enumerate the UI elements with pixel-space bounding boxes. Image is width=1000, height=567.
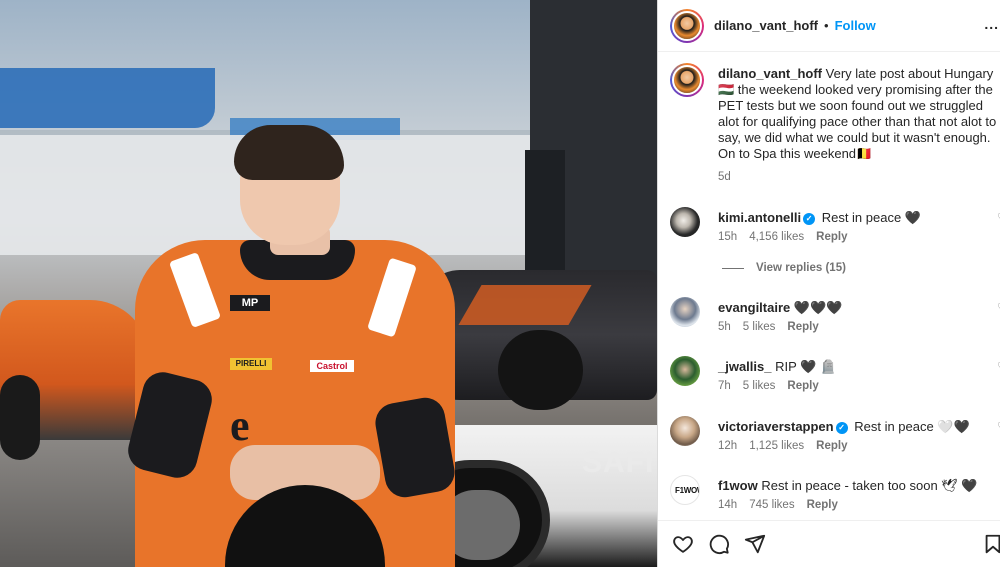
- comment-text: _jwallis_ RIP 🖤 🪦: [718, 359, 1000, 375]
- comment-meta: 12h 1,125 likes Reply: [718, 440, 848, 452]
- commenter-avatar[interactable]: F1WOW: [670, 475, 700, 505]
- comment-meta: 14h 745 likes Reply: [718, 499, 838, 511]
- comment-time[interactable]: 7h: [718, 380, 731, 392]
- photo-car-wheel: [498, 330, 583, 410]
- comment-likes[interactable]: 745 likes: [749, 499, 794, 511]
- f1wow-logo: F1WOW: [675, 486, 699, 495]
- comment-username[interactable]: f1wow: [718, 478, 758, 493]
- caption-row: dilano_vant_hoff Very late post about Hu…: [670, 63, 1000, 188]
- author-avatar[interactable]: [670, 8, 704, 43]
- comment-time[interactable]: 15h: [718, 231, 737, 243]
- comment-username[interactable]: _jwallis_: [718, 359, 771, 374]
- comment-item: kimi.antonelli ✓ Rest in peace 🖤 15h 4,15…: [670, 207, 1000, 247]
- comment-body: Rest in peace 🖤: [821, 210, 921, 225]
- suit-logo-castrol: Castrol: [310, 360, 354, 372]
- comment-item: F1WOW f1wow Rest in peace - taken too so…: [670, 475, 1000, 515]
- caption-meta: 5d: [718, 171, 731, 183]
- comment-time[interactable]: 5h: [718, 321, 731, 333]
- heart-icon[interactable]: [670, 531, 696, 557]
- comment-text: victoriaverstappen ✓ Rest in peace 🤍🖤: [718, 419, 1000, 435]
- post-header: dilano_vant_hoff • Follow ...: [658, 0, 1000, 52]
- photo-driver: MP PIRELLI Castrol e: [123, 115, 460, 567]
- comment-meta: 5h 5 likes Reply: [718, 321, 819, 333]
- verified-badge-icon: ✓: [803, 212, 816, 225]
- follow-button[interactable]: Follow: [835, 18, 876, 33]
- comment-text: evangiltaire 🖤🖤🖤: [718, 300, 1000, 316]
- comment-body: RIP 🖤 🪦: [775, 359, 837, 374]
- post-photo[interactable]: SAFI MP PIRELLI Castrol e: [0, 0, 657, 567]
- photo-car-livery: [458, 285, 592, 325]
- view-replies-button[interactable]: View replies (15): [722, 262, 846, 274]
- driver-hair: [234, 125, 344, 180]
- comment-username[interactable]: kimi.antonelli: [718, 210, 801, 225]
- comment-username[interactable]: victoriaverstappen: [718, 419, 834, 434]
- comment-body: Rest in peace 🤍🖤: [854, 419, 970, 434]
- comment-reply-button[interactable]: Reply: [816, 440, 847, 452]
- more-options-icon[interactable]: ...: [984, 16, 999, 32]
- caption-avatar[interactable]: [670, 63, 704, 97]
- comment-body: Rest in peace - taken too soon 🕊 🖤: [761, 478, 978, 493]
- verified-badge-icon: ✓: [835, 421, 848, 434]
- commenter-avatar[interactable]: [670, 297, 700, 327]
- bookmark-icon[interactable]: [980, 531, 1000, 557]
- comment-reply-button[interactable]: Reply: [787, 380, 818, 392]
- suit-logo-mp: MP: [230, 295, 270, 311]
- caption-time[interactable]: 5d: [718, 171, 731, 183]
- comment-likes[interactable]: 1,125 likes: [749, 440, 804, 452]
- photo-dark-sign: [525, 150, 565, 290]
- header-separator: •: [824, 18, 829, 33]
- comment-time[interactable]: 14h: [718, 499, 737, 511]
- commenter-avatar[interactable]: [670, 356, 700, 386]
- suit-logo-pirelli: PIRELLI: [230, 358, 272, 370]
- comment-meta: 15h 4,156 likes Reply: [718, 231, 848, 243]
- commenter-avatar[interactable]: [670, 207, 700, 237]
- suit-logo-e: e: [230, 401, 250, 450]
- comment-time[interactable]: 12h: [718, 440, 737, 452]
- comment-icon[interactable]: [706, 531, 732, 557]
- comment-likes[interactable]: 4,156 likes: [749, 231, 804, 243]
- post-actions-bar: [658, 520, 1000, 567]
- caption-text: dilano_vant_hoff Very late post about Hu…: [718, 66, 1000, 162]
- author-username[interactable]: dilano_vant_hoff: [714, 18, 818, 33]
- comment-text: kimi.antonelli ✓ Rest in peace 🖤: [718, 210, 1000, 226]
- comment-reply-button[interactable]: Reply: [816, 231, 847, 243]
- comment-meta: 7h 5 likes Reply: [718, 380, 819, 392]
- comment-item: evangiltaire 🖤🖤🖤 5h 5 likes Reply ♡: [670, 297, 1000, 337]
- replies-divider: [722, 267, 744, 269]
- send-icon[interactable]: [742, 531, 768, 557]
- photo-car-text: SAFI: [582, 446, 655, 479]
- comment-likes[interactable]: 5 likes: [743, 321, 776, 333]
- comment-username[interactable]: evangiltaire: [718, 300, 790, 315]
- view-replies-label: View replies (15): [756, 262, 846, 274]
- comment-likes[interactable]: 5 likes: [743, 380, 776, 392]
- commenter-avatar[interactable]: [670, 416, 700, 446]
- comment-body: 🖤🖤🖤: [793, 300, 843, 315]
- comment-item: victoriaverstappen ✓ Rest in peace 🤍🖤 12h…: [670, 416, 1000, 456]
- comment-text: f1wow Rest in peace - taken too soon 🕊 🖤: [718, 478, 1000, 494]
- photo-car-wheel: [0, 375, 40, 460]
- comment-item: _jwallis_ RIP 🖤 🪦 7h 5 likes Reply ♡: [670, 356, 1000, 396]
- comment-reply-button[interactable]: Reply: [787, 321, 818, 333]
- comment-reply-button[interactable]: Reply: [807, 499, 838, 511]
- caption-username[interactable]: dilano_vant_hoff: [718, 66, 822, 81]
- post-side-panel: dilano_vant_hoff • Follow ... dilano_van…: [657, 0, 1000, 567]
